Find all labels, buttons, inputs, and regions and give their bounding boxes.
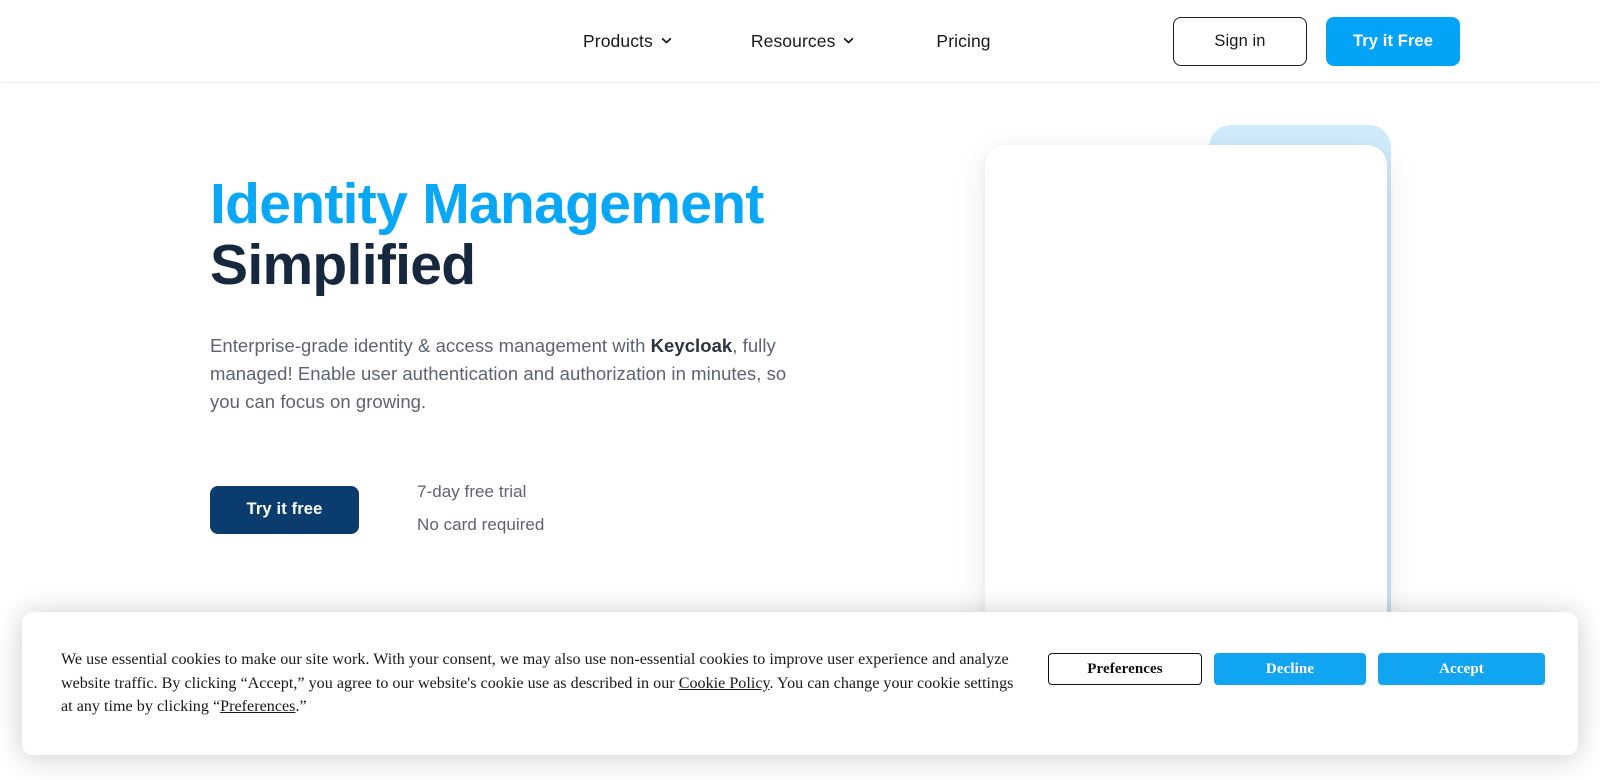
chevron-down-icon (843, 35, 854, 46)
sign-in-button[interactable]: Sign in (1173, 17, 1307, 66)
cookie-consent-message: We use essential cookies to make our sit… (61, 648, 1016, 719)
cookie-policy-link[interactable]: Cookie Policy (679, 675, 770, 692)
hero-subtitle-part-1: Enterprise-grade identity & access manag… (210, 335, 651, 356)
page-title-line-2: Simplified (210, 233, 476, 297)
hero-subtitle-brand: Keycloak (650, 335, 733, 356)
page-title: Identity Management Simplified (210, 174, 870, 296)
header-actions: Sign in Try it Free (1173, 17, 1460, 66)
site-header: Products Resources Pricing Sign in Try i… (0, 0, 1600, 83)
nav-item-pricing[interactable]: Pricing (936, 31, 990, 52)
hero-cta-row: Try it free 7-day free trial No card req… (210, 482, 870, 535)
decorative-white-card (985, 145, 1387, 680)
cookie-preferences-button[interactable]: Preferences (1048, 653, 1202, 685)
nav-item-products-label: Products (583, 31, 653, 51)
trial-duration-text: 7-day free trial (417, 481, 527, 501)
no-card-required-text: No card required (417, 514, 545, 534)
cookie-text-part-3: .” (295, 698, 307, 716)
cookie-actions: Preferences Decline Accept (1048, 653, 1545, 685)
nav-item-resources[interactable]: Resources (751, 31, 855, 52)
chevron-down-icon (661, 35, 672, 46)
trial-info: 7-day free trial No card required (417, 482, 544, 535)
hero-subtitle: Enterprise-grade identity & access manag… (210, 332, 790, 417)
try-it-free-header-button[interactable]: Try it Free (1326, 17, 1460, 66)
nav-item-products[interactable]: Products (583, 31, 672, 52)
cookie-consent-banner: We use essential cookies to make our sit… (22, 612, 1578, 755)
hero-content: Identity Management Simplified Enterpris… (210, 83, 870, 535)
main-navigation: Products Resources Pricing (583, 0, 991, 83)
nav-item-pricing-label: Pricing (936, 31, 991, 51)
cookie-decline-button[interactable]: Decline (1214, 653, 1366, 685)
cookie-accept-button[interactable]: Accept (1378, 653, 1545, 685)
nav-item-resources-label: Resources (750, 31, 836, 51)
preferences-link[interactable]: Preferences (220, 698, 295, 715)
page-title-line-1: Identity Management (210, 172, 764, 236)
try-it-free-hero-button[interactable]: Try it free (210, 485, 359, 534)
